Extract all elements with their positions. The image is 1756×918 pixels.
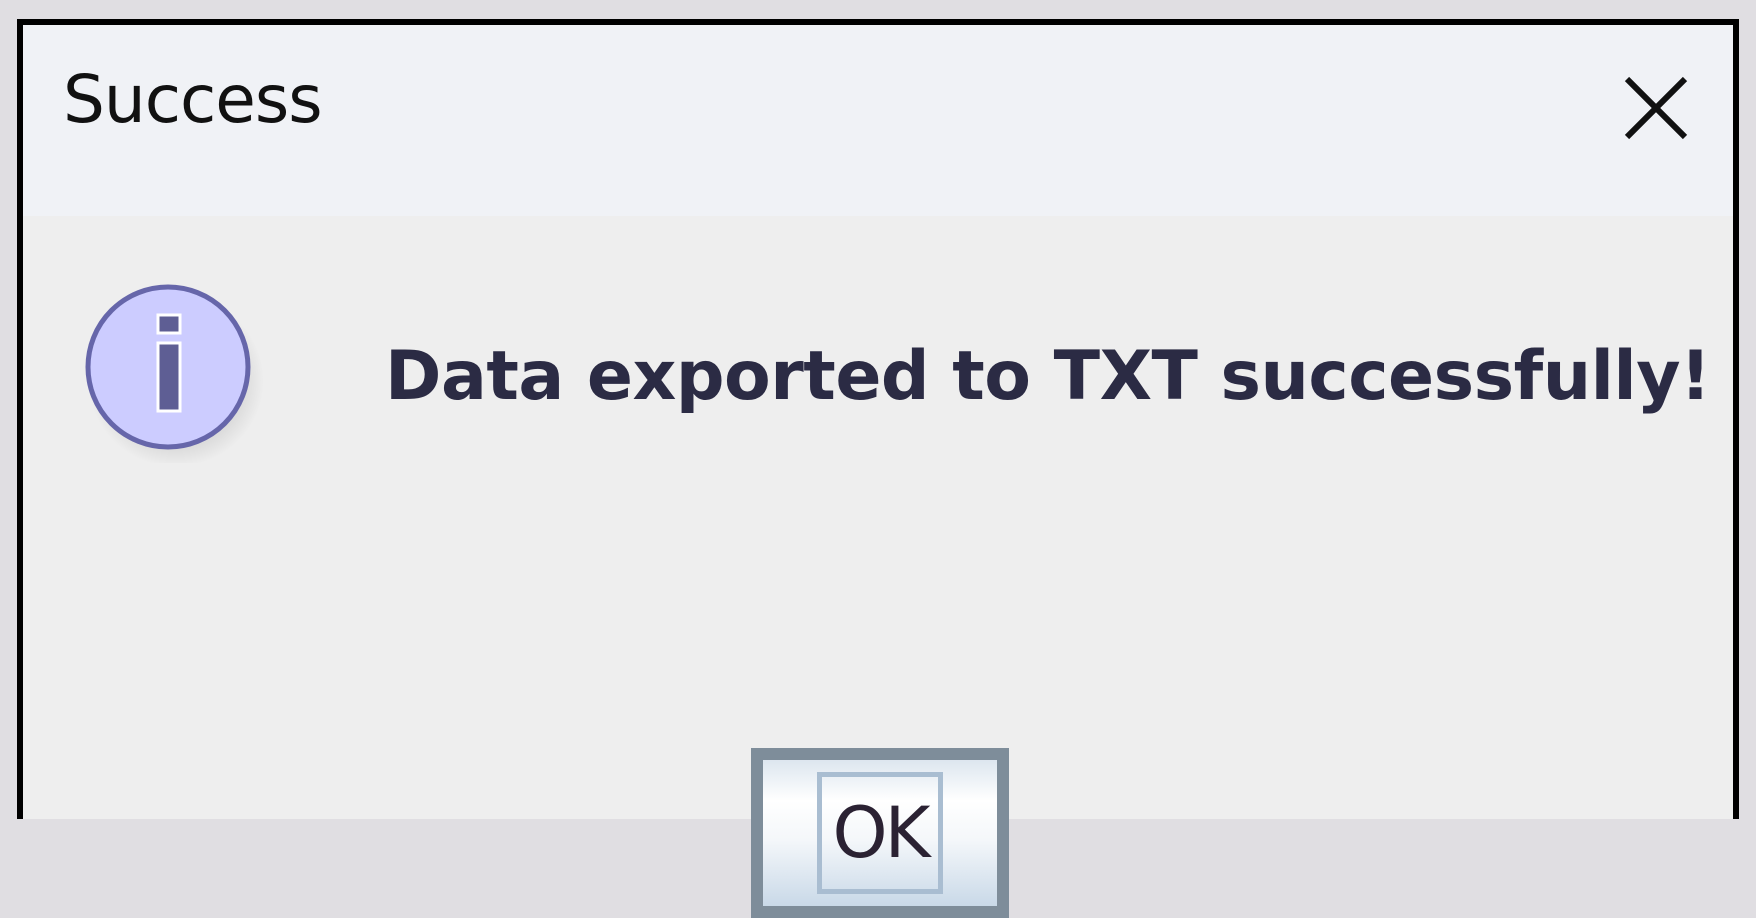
success-dialog: Success Data exported to TXT successfull… [17,19,1739,918]
close-button[interactable] [1613,65,1699,151]
message-text: Data exported to TXT successfully! [385,337,1711,416]
dialog-content: Data exported to TXT successfully! OK [23,216,1733,918]
close-icon [1624,76,1688,140]
dialog-title: Success [63,61,323,138]
dialog-titlebar[interactable]: Success [23,25,1733,216]
ok-focus-ring: OK [817,772,943,894]
ok-button-label: OK [832,792,930,874]
ok-button[interactable]: OK [751,748,1009,918]
information-icon [78,273,268,467]
